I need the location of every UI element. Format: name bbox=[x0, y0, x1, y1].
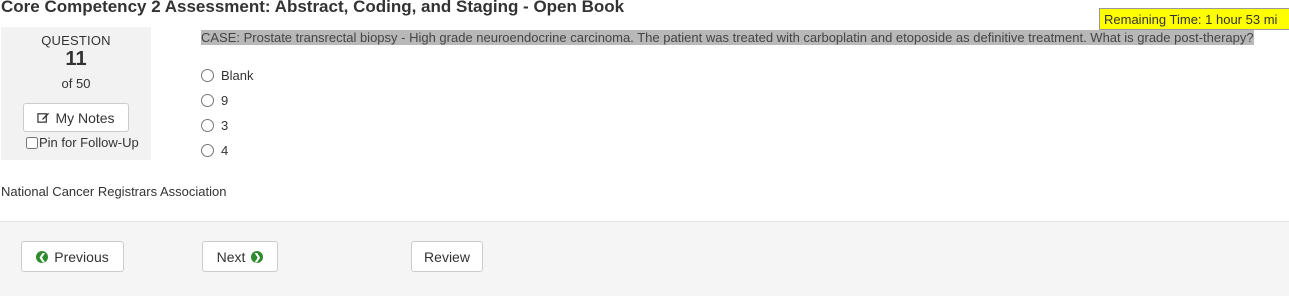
pin-follow-up-checkbox[interactable] bbox=[26, 136, 38, 149]
answer-option[interactable]: 4 bbox=[201, 143, 228, 158]
question-info-panel: QUESTION 11 of 50 My Notes Pin for Follo… bbox=[1, 27, 151, 160]
edit-icon bbox=[37, 112, 50, 123]
answer-option[interactable]: 3 bbox=[201, 118, 228, 133]
question-label: QUESTION bbox=[41, 33, 111, 48]
answer-label: Blank bbox=[221, 68, 254, 83]
answer-label: 9 bbox=[221, 93, 229, 108]
answer-radio[interactable] bbox=[201, 94, 214, 107]
answer-label: 4 bbox=[221, 143, 229, 158]
next-label: Next bbox=[216, 248, 246, 265]
question-text-highlight: CASE: Prostate transrectal biopsy - High… bbox=[201, 30, 1254, 45]
previous-button[interactable]: ❮ Previous bbox=[21, 241, 124, 272]
my-notes-button[interactable]: My Notes bbox=[23, 103, 129, 132]
organization-name: National Cancer Registrars Association bbox=[1, 184, 227, 199]
question-number: 11 bbox=[65, 48, 87, 70]
answer-radio[interactable] bbox=[201, 144, 214, 157]
answer-label: 3 bbox=[221, 118, 229, 133]
my-notes-label: My Notes bbox=[55, 109, 115, 126]
pin-follow-up-label: Pin for Follow-Up bbox=[39, 135, 139, 150]
question-text: CASE: Prostate transrectal biopsy - High… bbox=[201, 28, 1283, 47]
answer-option[interactable]: Blank bbox=[201, 68, 254, 83]
answer-option[interactable]: 9 bbox=[201, 93, 228, 108]
remaining-time-badge: Remaining Time: 1 hour 53 mi bbox=[1099, 8, 1289, 30]
previous-label: Previous bbox=[54, 248, 109, 265]
pin-follow-up[interactable]: Pin for Follow-Up bbox=[26, 135, 139, 150]
chevron-right-circle-icon: ❯ bbox=[251, 250, 264, 263]
answer-radio[interactable] bbox=[201, 119, 214, 132]
answer-radio[interactable] bbox=[201, 69, 214, 82]
navigation-bar: ❮ Previous Next ❯ Review bbox=[0, 221, 1289, 296]
next-button[interactable]: Next ❯ bbox=[202, 241, 278, 272]
chevron-left-circle-icon: ❮ bbox=[36, 250, 49, 263]
question-total: of 50 bbox=[61, 76, 91, 91]
review-label: Review bbox=[424, 248, 470, 265]
review-button[interactable]: Review bbox=[411, 241, 483, 272]
page-title: Core Competency 2 Assessment: Abstract, … bbox=[1, 0, 625, 16]
